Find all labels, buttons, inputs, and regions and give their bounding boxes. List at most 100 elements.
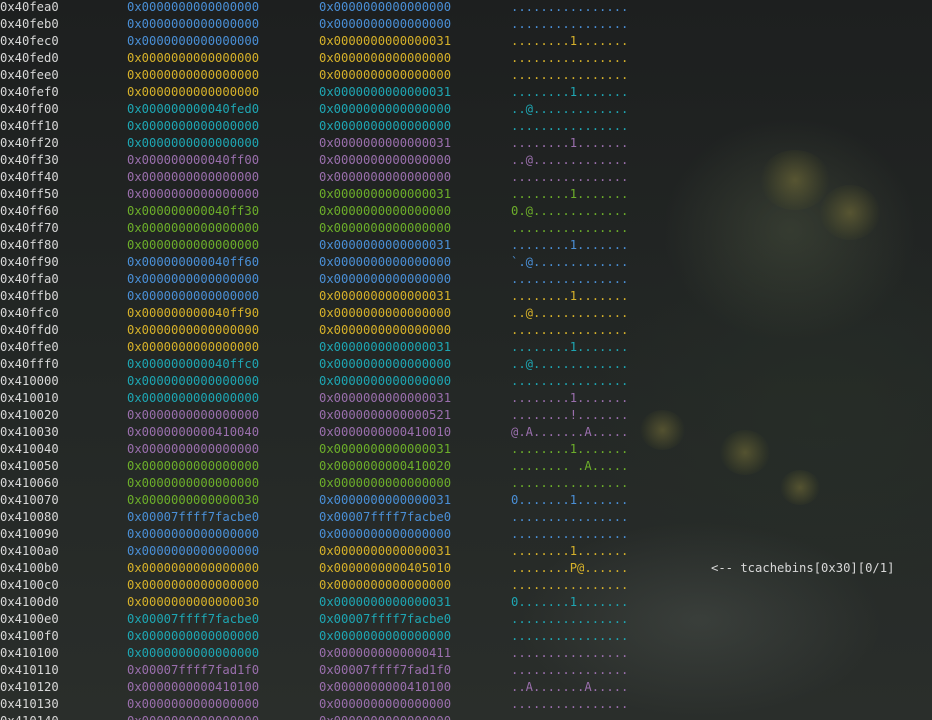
memory-address: 0x40fef0 xyxy=(0,85,59,99)
memory-address: 0x40ffc0 xyxy=(0,306,59,320)
qword-value-1: 0x0000000000000000 xyxy=(127,17,260,31)
qword-value-2: 0x0000000000000000 xyxy=(319,102,452,116)
qword-value-1: 0x00007ffff7fad1f0 xyxy=(127,663,260,677)
qword-value-2: 0x0000000000000031 xyxy=(319,187,452,201)
qword-value-2: 0x0000000000410010 xyxy=(319,425,452,439)
ascii-dump: ..A.......A..... xyxy=(511,680,629,694)
ascii-dump: ........1....... xyxy=(511,340,629,354)
qword-value-2: 0x0000000000000031 xyxy=(319,544,452,558)
ascii-dump: `.@............. xyxy=(511,255,629,269)
qword-value-1: 0x0000000000000000 xyxy=(127,646,260,660)
ascii-dump: ................ xyxy=(511,713,628,720)
memory-address: 0x40ff50 xyxy=(0,187,59,201)
ascii-dump: ........P@...... xyxy=(511,561,629,575)
qword-value-2: 0x0000000000000000 xyxy=(319,153,452,167)
qword-value-2: 0x0000000000000000 xyxy=(319,306,452,320)
qword-value-2: 0x0000000000000031 xyxy=(319,391,452,405)
memory-address: 0x40fec0 xyxy=(0,34,59,48)
memory-address: 0x410120 xyxy=(0,680,59,694)
ascii-dump: ................ xyxy=(511,272,629,286)
ascii-dump: ................ xyxy=(511,527,629,541)
ascii-dump: 0.@............. xyxy=(511,204,629,218)
qword-value-2: 0x0000000000000000 xyxy=(319,476,452,490)
qword-value-2: 0x0000000000000000 xyxy=(319,629,452,643)
ascii-dump: ................ xyxy=(511,17,629,31)
ascii-dump: ................ xyxy=(511,663,629,677)
qword-value-1: 0x0000000000000000 xyxy=(127,170,260,184)
qword-value-1: 0x0000000000000000 xyxy=(127,289,260,303)
background-flower-decoration xyxy=(640,410,685,450)
background-flower-decoration xyxy=(720,430,770,475)
ascii-dump: ................ xyxy=(511,374,629,388)
memory-address: 0x40ff40 xyxy=(0,170,59,184)
ascii-dump: ........!....... xyxy=(511,408,629,422)
memory-address: 0x410130 xyxy=(0,697,59,711)
qword-value-2: 0x0000000000000031 xyxy=(319,34,452,48)
qword-value-2: 0x00007ffff7fad1f0 xyxy=(319,663,452,677)
ascii-dump: ..@............. xyxy=(511,153,629,167)
qword-value-1: 0x000000000040ffc0 xyxy=(127,357,260,371)
qword-value-2: 0x0000000000405010 xyxy=(319,561,452,575)
memory-address: 0x40ffd0 xyxy=(0,323,59,337)
memory-address: 0x410000 xyxy=(0,374,59,388)
qword-value-1: 0x0000000000000000 xyxy=(127,408,260,422)
qword-value-2: 0x0000000000000031 xyxy=(319,136,452,150)
ascii-dump: @.A.......A..... xyxy=(511,425,629,439)
ascii-dump: ................ xyxy=(511,629,629,643)
memory-address: 0x410090 xyxy=(0,527,59,541)
qword-value-2: 0x0000000000000031 xyxy=(319,238,452,252)
qword-value-2: 0x0000000000000000 xyxy=(319,374,452,388)
qword-value-1: 0x0000000000000000 xyxy=(127,187,260,201)
memory-address: 0x4100a0 xyxy=(0,544,59,558)
qword-value-1: 0x000000000040fed0 xyxy=(127,102,260,116)
qword-value-2: 0x0000000000000000 xyxy=(319,255,452,269)
qword-value-1: 0x00007ffff7facbe0 xyxy=(127,510,260,524)
qword-value-1: 0x000000000040ff60 xyxy=(127,255,260,269)
memory-address: 0x40ff80 xyxy=(0,238,59,252)
memory-address: 0x40ff10 xyxy=(0,119,59,133)
memory-address: 0x410060 xyxy=(0,476,59,490)
ascii-dump: ................ xyxy=(511,646,629,660)
ascii-dump: ........1....... xyxy=(511,85,629,99)
memory-address: 0x40fea0 xyxy=(0,0,59,14)
qword-value-2: 0x0000000000000000 xyxy=(319,17,452,31)
qword-value-1: 0x000000000040ff30 xyxy=(127,204,260,218)
ascii-dump: ................ xyxy=(511,68,629,82)
qword-value-2: 0x0000000000000000 xyxy=(319,578,452,592)
qword-value-2: 0x0000000000000000 xyxy=(319,0,452,14)
memory-address: 0x410030 xyxy=(0,425,59,439)
ascii-dump: ........1....... xyxy=(511,34,629,48)
qword-value-2: 0x0000000000000000 xyxy=(319,204,452,218)
qword-value-1: 0x000000000040ff90 xyxy=(127,306,260,320)
qword-value-1: 0x00007ffff7facbe0 xyxy=(127,612,260,626)
ascii-dump: ..@............. xyxy=(511,357,629,371)
qword-value-2: 0x0000000000410100 xyxy=(319,680,452,694)
qword-value-1: 0x0000000000000000 xyxy=(127,238,260,252)
memory-address: 0x40ffb0 xyxy=(0,289,59,303)
qword-value-2: 0x0000000000000000 xyxy=(319,170,452,184)
qword-value-1: 0x0000000000000000 xyxy=(127,697,260,711)
memory-address: 0x4100c0 xyxy=(0,578,59,592)
qword-value-2: 0x0000000000000000 xyxy=(319,323,452,337)
qword-value-1: 0x0000000000000030 xyxy=(127,493,260,507)
qword-value-2: 0x0000000000000000 xyxy=(319,357,452,371)
ascii-dump: ................ xyxy=(511,697,629,711)
memory-address: 0x410050 xyxy=(0,459,59,473)
qword-value-1: 0x0000000000000000 xyxy=(127,561,260,575)
terminal-window[interactable]: 0x40fea0 0x0000000000000000 0x000000000000… xyxy=(0,0,932,720)
memory-address: 0x410110 xyxy=(0,663,59,677)
ascii-dump: 0.......1....... xyxy=(511,493,629,507)
qword-value-2: 0x0000000000000031 xyxy=(319,595,452,609)
ascii-dump: ................ xyxy=(511,170,629,184)
qword-value-1: 0x0000000000000000 xyxy=(127,136,260,150)
memory-address: 0x4100d0 xyxy=(0,595,59,609)
qword-value-1: 0x0000000000000000 xyxy=(127,221,260,235)
memory-address: 0x410140 xyxy=(0,713,59,720)
memory-address: 0x4100f0 xyxy=(0,629,59,643)
qword-value-1: 0x0000000000410100 xyxy=(127,680,260,694)
qword-value-1: 0x0000000000000000 xyxy=(127,272,260,286)
qword-value-2: 0x0000000000000000 xyxy=(319,272,452,286)
ascii-dump: ........1....... xyxy=(511,442,629,456)
qword-value-2: 0x0000000000000031 xyxy=(319,442,452,456)
ascii-dump: ........1....... xyxy=(511,544,629,558)
